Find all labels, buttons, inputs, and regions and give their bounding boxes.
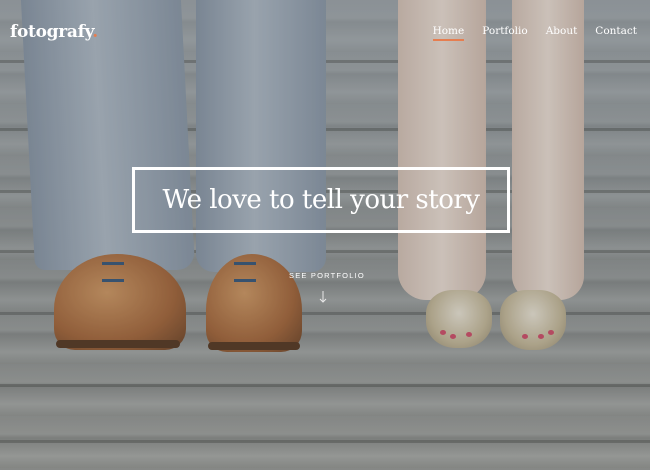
- nav-portfolio[interactable]: Portfolio: [482, 25, 527, 41]
- hero-background: [0, 0, 650, 470]
- see-portfolio-link[interactable]: SEE PORTFOLIO: [289, 271, 365, 280]
- hero-title: We love to tell your story: [162, 185, 480, 215]
- logo-dot: .: [92, 22, 98, 42]
- hero-title-box: We love to tell your story: [132, 167, 510, 233]
- site-logo[interactable]: fotografy.: [10, 22, 98, 42]
- arrow-down-icon[interactable]: [318, 290, 328, 304]
- nav-home[interactable]: Home: [432, 25, 464, 41]
- nav-contact[interactable]: Contact: [595, 25, 637, 41]
- nav-about[interactable]: About: [546, 25, 578, 41]
- logo-text: fotografy: [10, 22, 93, 42]
- main-nav: Home Portfolio About Contact: [415, 25, 637, 41]
